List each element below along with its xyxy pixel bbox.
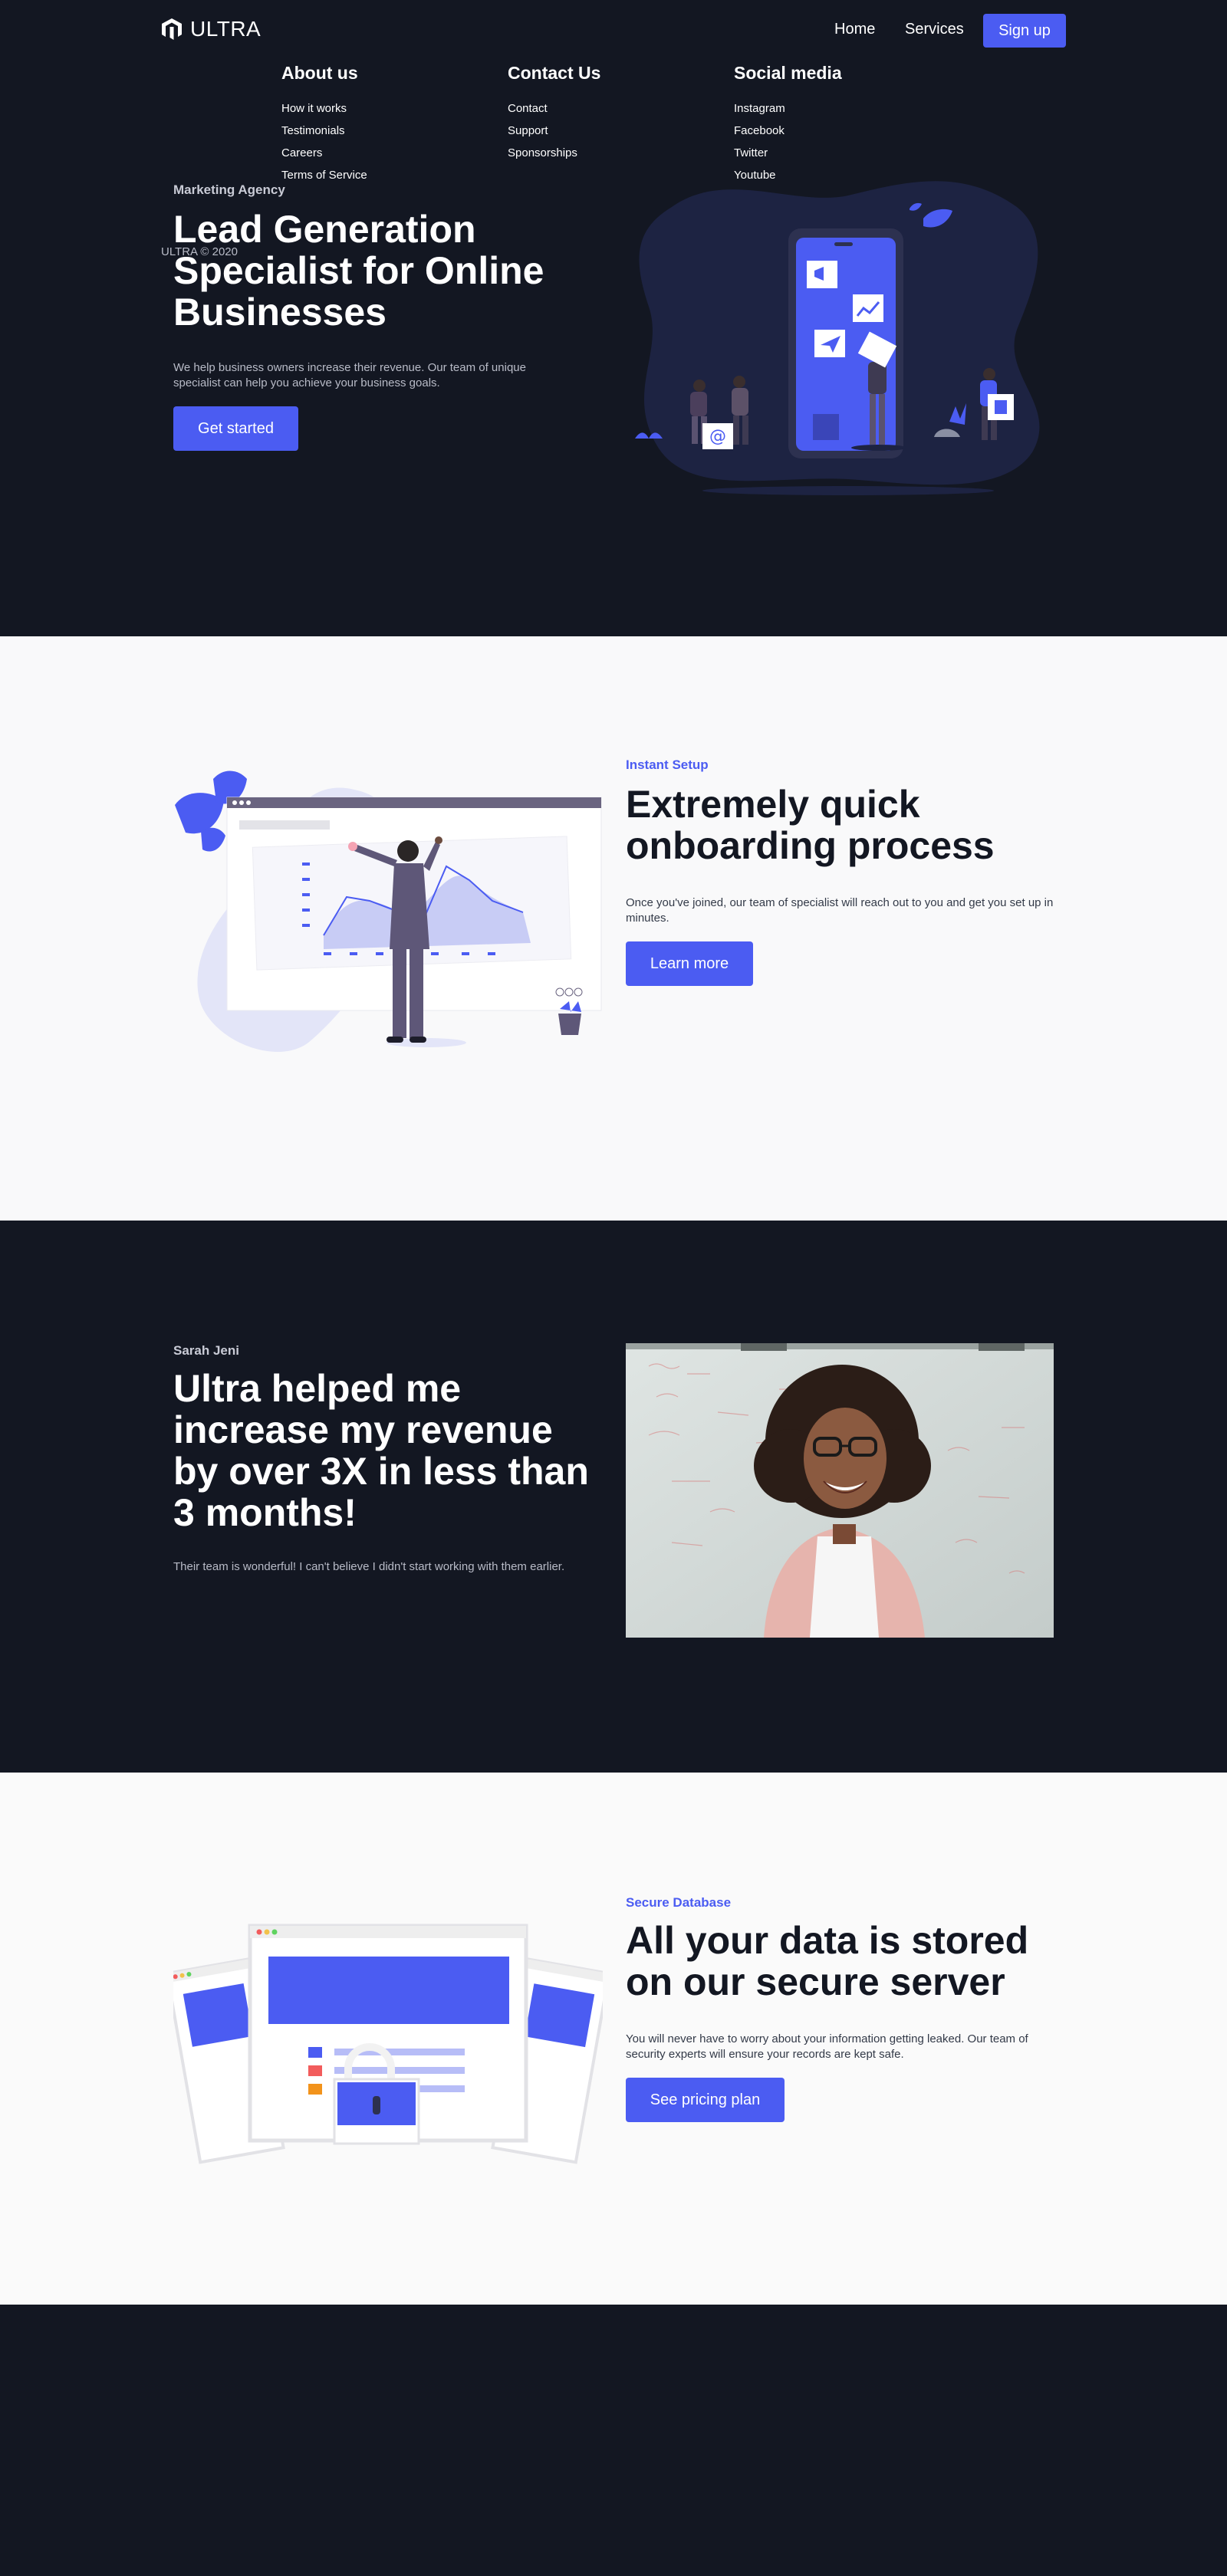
hero-eyebrow: Marketing Agency — [173, 182, 285, 197]
secure-description: You will never have to worry about your … — [626, 2032, 1028, 2061]
navbar: ULTRA Home Services Sign up — [0, 0, 1227, 60]
ultra-logo-icon — [162, 18, 182, 40]
see-pricing-plan-button[interactable]: See pricing plan — [626, 2078, 785, 2122]
smiling-woman-photo — [626, 1343, 1054, 1638]
footer: About us How it works Testimonials Caree… — [0, 63, 1227, 2576]
footer-column-contact: Contact Us Contact Support Sponsorships — [508, 63, 600, 169]
signup-button[interactable]: Sign up — [983, 14, 1066, 48]
footer-link-how-it-works[interactable]: How it works — [281, 102, 367, 115]
nav-home-link[interactable]: Home — [834, 21, 875, 38]
footer-link-sponsorships[interactable]: Sponsorships — [508, 146, 600, 159]
footer-link-twitter[interactable]: Twitter — [734, 146, 842, 159]
secure-server-illustration — [173, 1924, 603, 2164]
svg-text:@: @ — [709, 427, 726, 446]
footer-column-title: Social media — [734, 63, 842, 83]
copyright: ULTRA © 2020 — [161, 245, 238, 258]
footer-column-title: Contact Us — [508, 63, 601, 83]
footer-link-contact[interactable]: Contact — [508, 102, 600, 115]
footer-link-careers[interactable]: Careers — [281, 146, 367, 159]
footer-link-terms[interactable]: Terms of Service — [281, 169, 367, 182]
onboarding-section: Instant Setup Extremely quick onboarding… — [0, 636, 1227, 1221]
analytics-dashboard-illustration — [175, 770, 602, 1052]
logo[interactable]: ULTRA — [161, 17, 261, 41]
secure-section: Secure Database All your data is stored … — [0, 1773, 1227, 2305]
hero-section: Marketing Agency Lead Generation Special… — [0, 0, 1227, 636]
testimonial-section: Sarah Jeni Ultra helped me increase my r… — [0, 1221, 1227, 1773]
footer-column-title: About us — [281, 63, 358, 83]
hero-title: Lead Generation Specialist for Online Bu… — [173, 208, 544, 334]
onboarding-title: Extremely quick onboarding process — [626, 783, 995, 867]
secure-title: All your data is stored on our secure se… — [626, 1919, 1029, 2003]
footer-link-facebook[interactable]: Facebook — [734, 124, 842, 137]
testimonial-name: Sarah Jeni — [173, 1343, 239, 1358]
phone-marketing-illustration: @ — [635, 181, 1040, 495]
footer-column-about: About us How it works Testimonials Caree… — [281, 63, 367, 191]
footer-column-social: Social media Instagram Facebook Twitter … — [734, 63, 842, 191]
learn-more-button[interactable]: Learn more — [626, 941, 753, 986]
testimonial-description: Their team is wonderful! I can't believe… — [173, 1560, 565, 1573]
onboarding-description: Once you've joined, our team of speciali… — [626, 896, 1054, 925]
testimonial-quote: Ultra helped me increase my revenue by o… — [173, 1367, 589, 1534]
footer-link-instagram[interactable]: Instagram — [734, 102, 842, 115]
onboarding-eyebrow: Instant Setup — [626, 757, 709, 772]
secure-eyebrow: Secure Database — [626, 1895, 732, 1910]
brand-name: ULTRA — [190, 17, 262, 41]
footer-link-testimonials[interactable]: Testimonials — [281, 124, 367, 137]
get-started-button[interactable]: Get started — [173, 406, 298, 451]
hero-description: We help business owners increase their r… — [173, 361, 526, 389]
footer-link-support[interactable]: Support — [508, 124, 600, 137]
nav-services-link[interactable]: Services — [905, 21, 964, 38]
footer-link-youtube[interactable]: Youtube — [734, 169, 842, 182]
